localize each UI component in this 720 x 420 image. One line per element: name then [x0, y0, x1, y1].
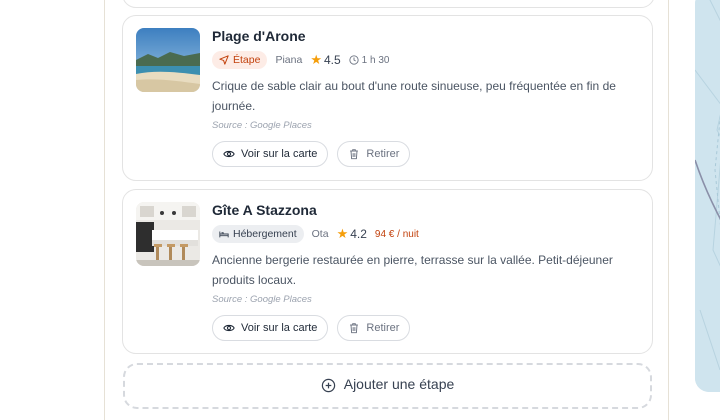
- eye-icon: [223, 150, 235, 158]
- remove-label: Retirer: [366, 322, 400, 334]
- view-on-map-button[interactable]: Voir sur la carte: [212, 315, 329, 341]
- place-thumbnail: [136, 202, 200, 266]
- location-text: Piana: [275, 54, 303, 66]
- add-step-label: Ajouter une étape: [343, 376, 455, 392]
- place-card: Plage d'Arone Étape Piana ★ 4.5 1 h 30 C…: [122, 15, 653, 181]
- place-description: Crique de sable clair au bout d'une rout…: [212, 79, 616, 113]
- duration: 1 h 30: [349, 54, 390, 66]
- category-label: Hébergement: [233, 228, 297, 240]
- source-text: Source : Google Places: [212, 294, 312, 305]
- location-text: Ota: [311, 228, 329, 240]
- previous-card: [122, 0, 655, 8]
- place-card: Gîte A Stazzona Hébergement Ota ★ 4.2 94…: [122, 189, 653, 354]
- view-on-map-label: Voir sur la carte: [241, 322, 318, 334]
- price-text: 94 € / nuit: [374, 228, 419, 240]
- plus-circle-icon: [321, 378, 335, 393]
- rating: ★ 4.2: [337, 226, 367, 242]
- star-icon: ★: [310, 52, 322, 67]
- clock-icon: [349, 55, 359, 65]
- remove-label: Retirer: [366, 148, 400, 160]
- star-icon: ★: [336, 226, 349, 241]
- place-description: Ancienne bergerie restaurée en pierre, t…: [212, 253, 613, 287]
- place-thumbnail: [136, 28, 200, 92]
- rating-value: 4.2: [350, 227, 367, 241]
- duration-value: 1 h 30: [361, 54, 390, 66]
- place-title: Plage d'Arone: [212, 28, 306, 44]
- place-title: Gîte A Stazzona: [212, 202, 317, 218]
- remove-button[interactable]: Retirer: [337, 141, 411, 167]
- category-label: Étape: [233, 54, 261, 66]
- map-view[interactable]: [695, 0, 720, 392]
- remove-button[interactable]: Retirer: [337, 315, 411, 341]
- source-text: Source : Google Places: [212, 120, 312, 131]
- trash-icon: [350, 323, 359, 334]
- rating: ★ 4.5: [310, 52, 340, 68]
- eye-icon: [223, 324, 235, 332]
- navigation-icon: [219, 55, 229, 65]
- view-on-map-button[interactable]: Voir sur la carte: [212, 141, 329, 167]
- bed-icon: [219, 231, 229, 238]
- category-badge: Hébergement: [212, 225, 304, 243]
- category-badge: Étape: [212, 51, 268, 69]
- trash-icon: [350, 149, 359, 160]
- add-step-button[interactable]: Ajouter une étape: [123, 363, 652, 409]
- view-on-map-label: Voir sur la carte: [241, 148, 318, 160]
- rating-value: 4.5: [323, 53, 341, 67]
